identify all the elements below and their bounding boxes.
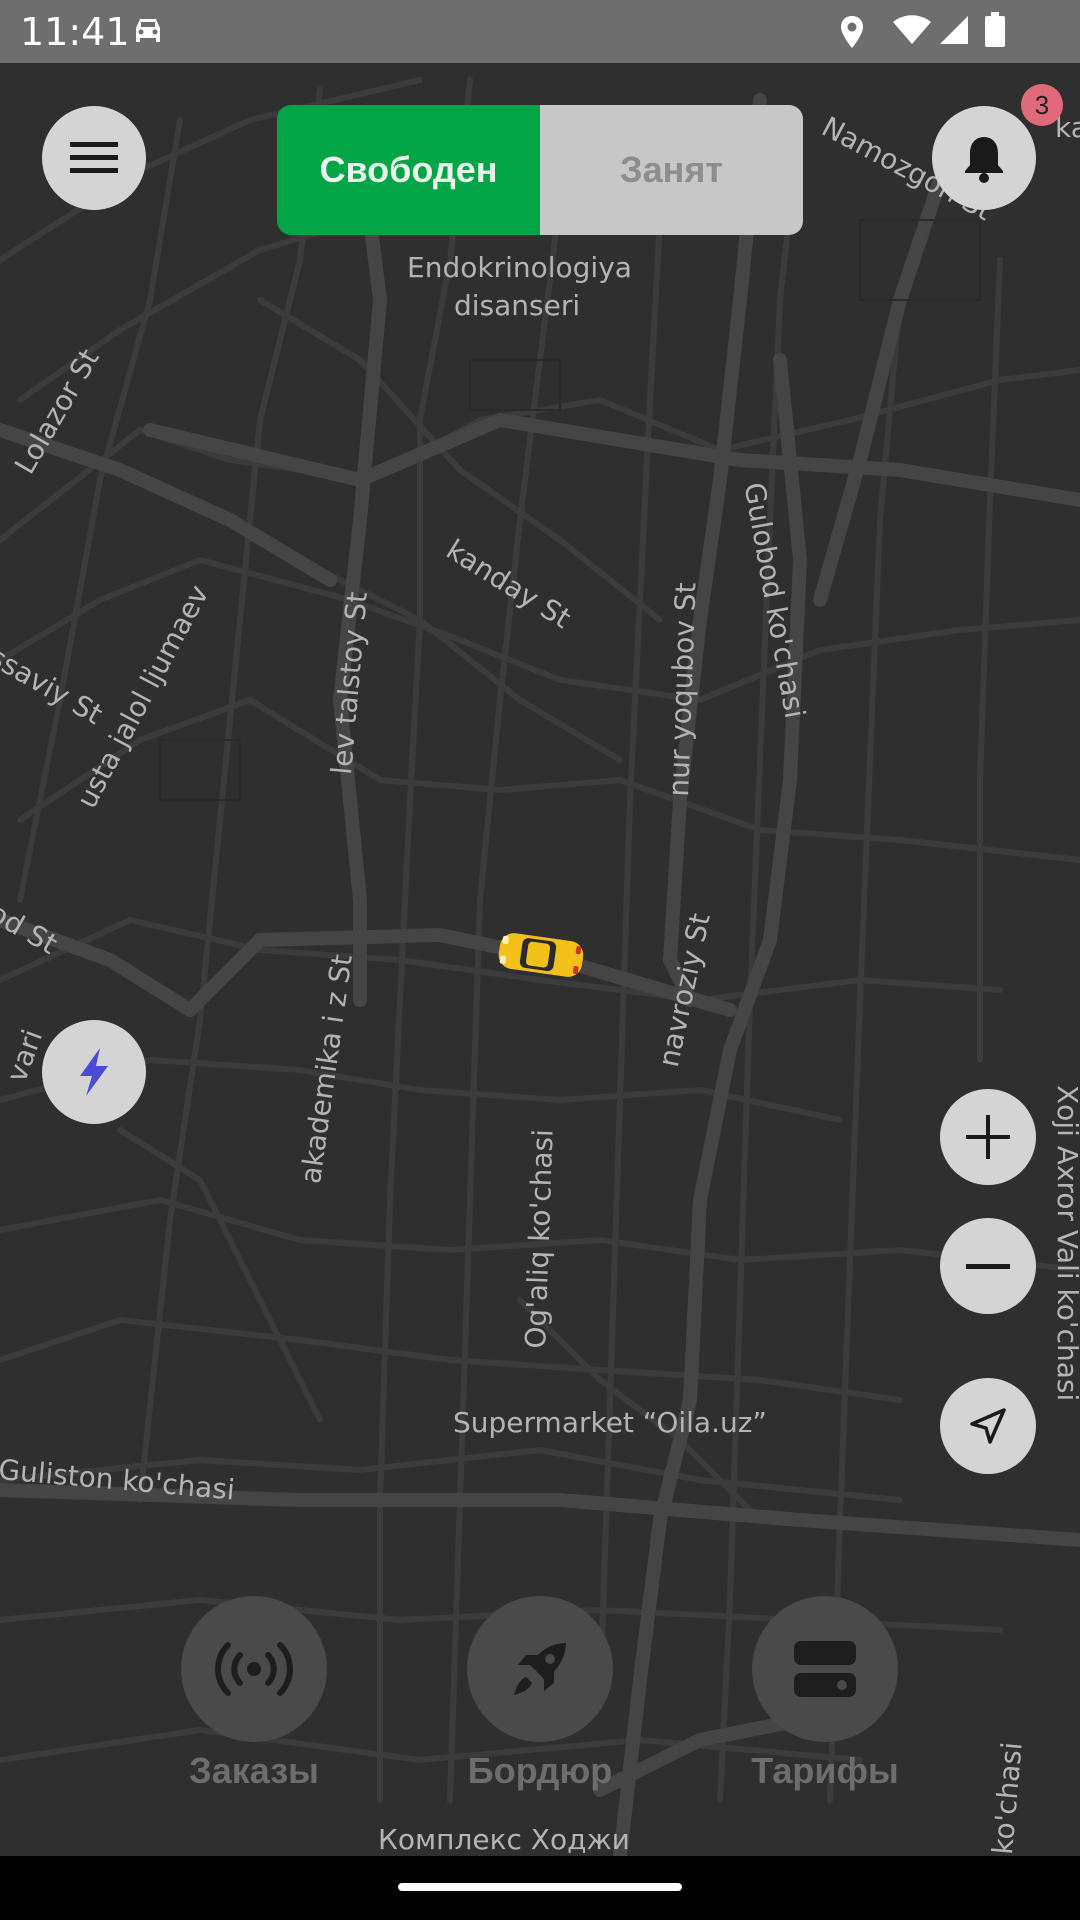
- nav-orders[interactable]: Заказы: [154, 1596, 354, 1792]
- status-bar: 11:41: [0, 0, 1080, 63]
- hamburger-icon: [70, 142, 118, 173]
- map-view[interactable]: Endokrinologiya disanseri Namozgoh St ka…: [0, 63, 1080, 1856]
- nav-orders-button[interactable]: [181, 1596, 327, 1742]
- nav-border-label: Бордюр: [467, 1750, 613, 1791]
- boost-button[interactable]: [42, 1020, 146, 1124]
- driver-status-toggle[interactable]: Свободен Занят: [277, 105, 803, 235]
- map-label: Комплекс Ходжи: [378, 1823, 630, 1856]
- wifi-icon: [893, 15, 931, 44]
- nav-tariffs-label: Тарифы: [751, 1750, 899, 1791]
- bell-icon: [965, 137, 1003, 183]
- lightning-icon: [80, 1048, 108, 1096]
- car-marker-icon: [498, 933, 584, 977]
- nav-border[interactable]: Бордюр: [440, 1596, 640, 1792]
- status-busy-button[interactable]: Занят: [540, 105, 803, 235]
- zoom-out-button[interactable]: [940, 1218, 1036, 1314]
- plus-icon: [966, 1115, 1010, 1159]
- nav-orders-label: Заказы: [189, 1750, 319, 1791]
- car-icon: [136, 19, 160, 42]
- nav-tariffs[interactable]: Тарифы: [725, 1596, 925, 1792]
- map-label: Supermarket “Oila.uz”: [453, 1406, 767, 1439]
- nav-border-button[interactable]: [467, 1596, 613, 1742]
- navigation-arrow-icon: [970, 1408, 1006, 1444]
- battery-icon: [985, 12, 1005, 47]
- menu-button[interactable]: [42, 106, 146, 210]
- broadcast-icon: [215, 1642, 293, 1696]
- signal-icon: [940, 16, 968, 44]
- zoom-in-button[interactable]: [940, 1089, 1036, 1185]
- map-label: disanseri: [454, 289, 581, 322]
- my-location-button[interactable]: [940, 1378, 1036, 1474]
- notifications-button[interactable]: [932, 106, 1036, 210]
- rocket-icon: [514, 1643, 566, 1695]
- nav-tariffs-button[interactable]: [752, 1596, 898, 1742]
- map-label: Xoji Axror Vali ko'chasi: [1051, 1085, 1080, 1402]
- status-free-button[interactable]: Свободен: [277, 105, 540, 235]
- location-icon: [841, 16, 863, 48]
- minus-icon: [966, 1264, 1010, 1269]
- home-gesture-handle[interactable]: [398, 1883, 682, 1891]
- notification-badge: 3: [1021, 84, 1063, 126]
- map-label: Endokrinologiya: [407, 251, 632, 284]
- status-time: 11:41: [20, 10, 130, 54]
- toggles-icon: [794, 1641, 856, 1697]
